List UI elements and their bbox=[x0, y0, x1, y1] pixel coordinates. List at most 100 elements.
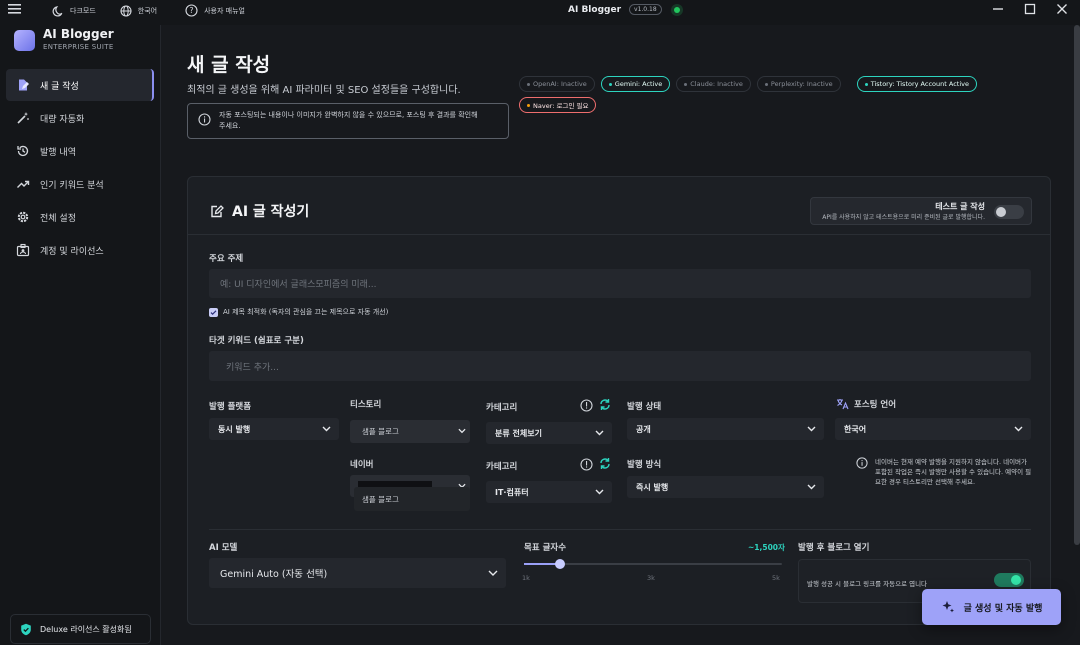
app-title: AI Blogger bbox=[568, 4, 622, 15]
chevron-down-icon bbox=[807, 484, 816, 490]
scrollbar[interactable] bbox=[1074, 25, 1080, 545]
sidebar-nav: 새 글 작성 대량 자동화 발행 내역 인기 키워드 분석 전체 설정 계정 및… bbox=[6, 69, 154, 267]
open-blog-toggle[interactable] bbox=[994, 573, 1024, 587]
main-content: 새 글 작성 최적의 글 생성을 위해 AI 파라미터 및 SEO 설정들을 구… bbox=[161, 25, 1080, 645]
status-claude: Claude: Inactive bbox=[676, 76, 751, 92]
tistory-label: 티스토리 bbox=[350, 400, 382, 410]
status-openai: OpenAI: Inactive bbox=[519, 76, 595, 92]
info-icon[interactable] bbox=[580, 458, 593, 471]
chevron-updown-icon bbox=[488, 570, 498, 576]
status-naver[interactable]: Naver: 로그인 필요 bbox=[519, 97, 597, 113]
target-length-label: 목표 글자수 bbox=[524, 543, 567, 553]
sparkle-icon bbox=[942, 601, 954, 613]
test-post-toggle[interactable] bbox=[994, 205, 1024, 219]
language-button[interactable]: 한국어 bbox=[120, 4, 158, 17]
info-icon[interactable] bbox=[580, 399, 593, 412]
hamburger-icon[interactable] bbox=[8, 3, 22, 18]
publish-method-select[interactable]: 즉시 발행 bbox=[627, 476, 824, 498]
panel-header: AI 글 작성기 테스트 글 작성 API를 사용하지 않고 테스트용으로 미리… bbox=[188, 177, 1050, 235]
shield-check-icon bbox=[21, 623, 31, 635]
divider bbox=[209, 529, 1031, 530]
dark-mode-button[interactable]: 다크모드 bbox=[52, 5, 96, 17]
checkbox-icon bbox=[209, 307, 218, 317]
chevron-down-icon bbox=[595, 489, 604, 495]
publish-status-select[interactable]: 공개 bbox=[627, 418, 824, 440]
chevron-down-icon bbox=[458, 428, 466, 434]
sidebar-item-label: 전체 설정 bbox=[40, 213, 76, 224]
naver-blog-option[interactable]: 샘플 블로그 bbox=[354, 487, 470, 511]
slider-handle[interactable] bbox=[555, 559, 566, 569]
chevron-down-icon bbox=[807, 426, 816, 432]
title-bar: 다크모드 한국어 ? 사용자 매뉴얼 AI Blogger v1.0.18 bbox=[0, 0, 1080, 25]
keyword-label: 타겟 키워드 (쉼표로 구분) bbox=[209, 336, 304, 346]
sidebar-item-new-post[interactable]: 새 글 작성 bbox=[6, 69, 154, 101]
publish-status-label: 발행 상태 bbox=[627, 402, 662, 412]
sidebar-item-settings[interactable]: 전체 설정 bbox=[6, 201, 154, 233]
manual-label: 사용자 매뉴얼 bbox=[204, 6, 245, 15]
info-icon bbox=[856, 457, 868, 469]
test-post-desc: API를 사용하지 않고 테스트용으로 미리 준비된 글로 발행합니다. bbox=[822, 214, 985, 221]
account-badge-icon bbox=[16, 243, 30, 257]
test-post-box: 테스트 글 작성 API를 사용하지 않고 테스트용으로 미리 준비된 글로 발… bbox=[810, 197, 1032, 225]
status-perplexity: Perplexity: Inactive bbox=[756, 76, 841, 92]
history-icon bbox=[17, 145, 29, 157]
translate-icon bbox=[837, 399, 849, 410]
api-status-row: OpenAI: Inactive Gemini: Active Claude: … bbox=[519, 76, 999, 113]
topic-label: 주요 주제 bbox=[209, 254, 244, 264]
sidebar: AI Blogger ENTERPRISE SUITE 새 글 작성 대량 자동… bbox=[0, 25, 161, 645]
posting-language-select[interactable]: 한국어 bbox=[835, 418, 1031, 440]
license-status: Deluxe 라이선스 활성화됨 bbox=[10, 614, 151, 644]
target-length-value: ~1,500자 bbox=[748, 543, 785, 552]
maximize-icon[interactable] bbox=[1024, 3, 1036, 18]
edit-document-icon bbox=[19, 79, 29, 91]
trending-icon bbox=[17, 180, 30, 188]
publish-method-label: 발행 방식 bbox=[627, 460, 662, 470]
page-title: 새 글 작성 bbox=[187, 54, 271, 76]
refresh-icon[interactable] bbox=[599, 457, 611, 470]
online-status-dot bbox=[673, 6, 680, 13]
refresh-icon[interactable] bbox=[599, 398, 611, 411]
panel-title: AI 글 작성기 bbox=[209, 201, 309, 221]
keyword-input[interactable]: 키워드 추가... bbox=[209, 351, 1031, 381]
close-icon[interactable] bbox=[1056, 3, 1068, 18]
notice-line-2: 주세요. bbox=[219, 122, 241, 130]
status-tistory: Tistory: Tistory Account Active bbox=[856, 76, 977, 92]
ai-model-select[interactable]: Gemini Auto (자동 선택) bbox=[209, 558, 506, 588]
title-optimization-checkbox[interactable]: AI 제목 최적화 (독자의 관심을 끄는 제목으로 자동 개선) bbox=[209, 307, 388, 317]
info-icon bbox=[198, 113, 211, 126]
sidebar-item-account[interactable]: 계정 및 라이선스 bbox=[6, 234, 154, 266]
sidebar-item-history[interactable]: 발행 내역 bbox=[6, 135, 154, 167]
brand-logo bbox=[14, 30, 35, 51]
sidebar-item-bulk-automation[interactable]: 대량 자동화 bbox=[6, 102, 154, 134]
naver-category-select[interactable]: IT·컴퓨터 bbox=[486, 481, 612, 503]
minimize-icon[interactable] bbox=[992, 3, 1004, 18]
tick-3k: 3k bbox=[647, 574, 655, 582]
notice-line-1: 자동 포스팅되는 내용이나 이미지가 완벽하지 않을 수 있으므로, 포스팅 후… bbox=[219, 111, 478, 119]
tick-5k: 5k bbox=[772, 574, 780, 582]
open-blog-label: 발행 후 블로그 열기 bbox=[798, 543, 870, 553]
language-label: 한국어 bbox=[137, 6, 158, 15]
chevron-down-icon bbox=[1014, 426, 1023, 432]
tistory-blog-select[interactable]: 샘플 블로그 bbox=[350, 420, 470, 443]
platform-label: 발행 플랫폼 bbox=[209, 402, 252, 412]
category-label: 카테고리 bbox=[486, 403, 518, 413]
sidebar-item-label: 인기 키워드 분석 bbox=[40, 180, 104, 191]
platform-select[interactable]: 동시 발행 bbox=[209, 418, 339, 440]
target-length-slider[interactable] bbox=[524, 559, 782, 569]
edit-square-icon bbox=[211, 204, 224, 217]
naver-label: 네이버 bbox=[350, 460, 374, 470]
test-post-title: 테스트 글 작성 bbox=[935, 202, 985, 211]
tistory-category-select[interactable]: 분류 전체보기 bbox=[486, 422, 612, 444]
sidebar-item-trending-keywords[interactable]: 인기 키워드 분석 bbox=[6, 168, 154, 200]
generate-publish-button[interactable]: 글 생성 및 자동 발행 bbox=[922, 589, 1061, 625]
open-blog-desc: 발행 성공 시 블로그 링크를 자동으로 엽니다 bbox=[807, 580, 928, 588]
version-badge: v1.0.18 bbox=[629, 4, 662, 15]
ai-model-label: AI 모델 bbox=[209, 543, 238, 553]
gear-icon bbox=[17, 211, 29, 223]
status-gemini: Gemini: Active bbox=[600, 76, 671, 92]
brand: AI Blogger ENTERPRISE SUITE bbox=[14, 28, 114, 51]
posting-language-label: 포스팅 언어 bbox=[836, 398, 896, 410]
chevron-down-icon bbox=[322, 426, 331, 432]
manual-button[interactable]: ? 사용자 매뉴얼 bbox=[185, 4, 245, 17]
topic-input[interactable]: 예: UI 디자인에서 글래스모피즘의 미래... bbox=[209, 269, 1031, 298]
